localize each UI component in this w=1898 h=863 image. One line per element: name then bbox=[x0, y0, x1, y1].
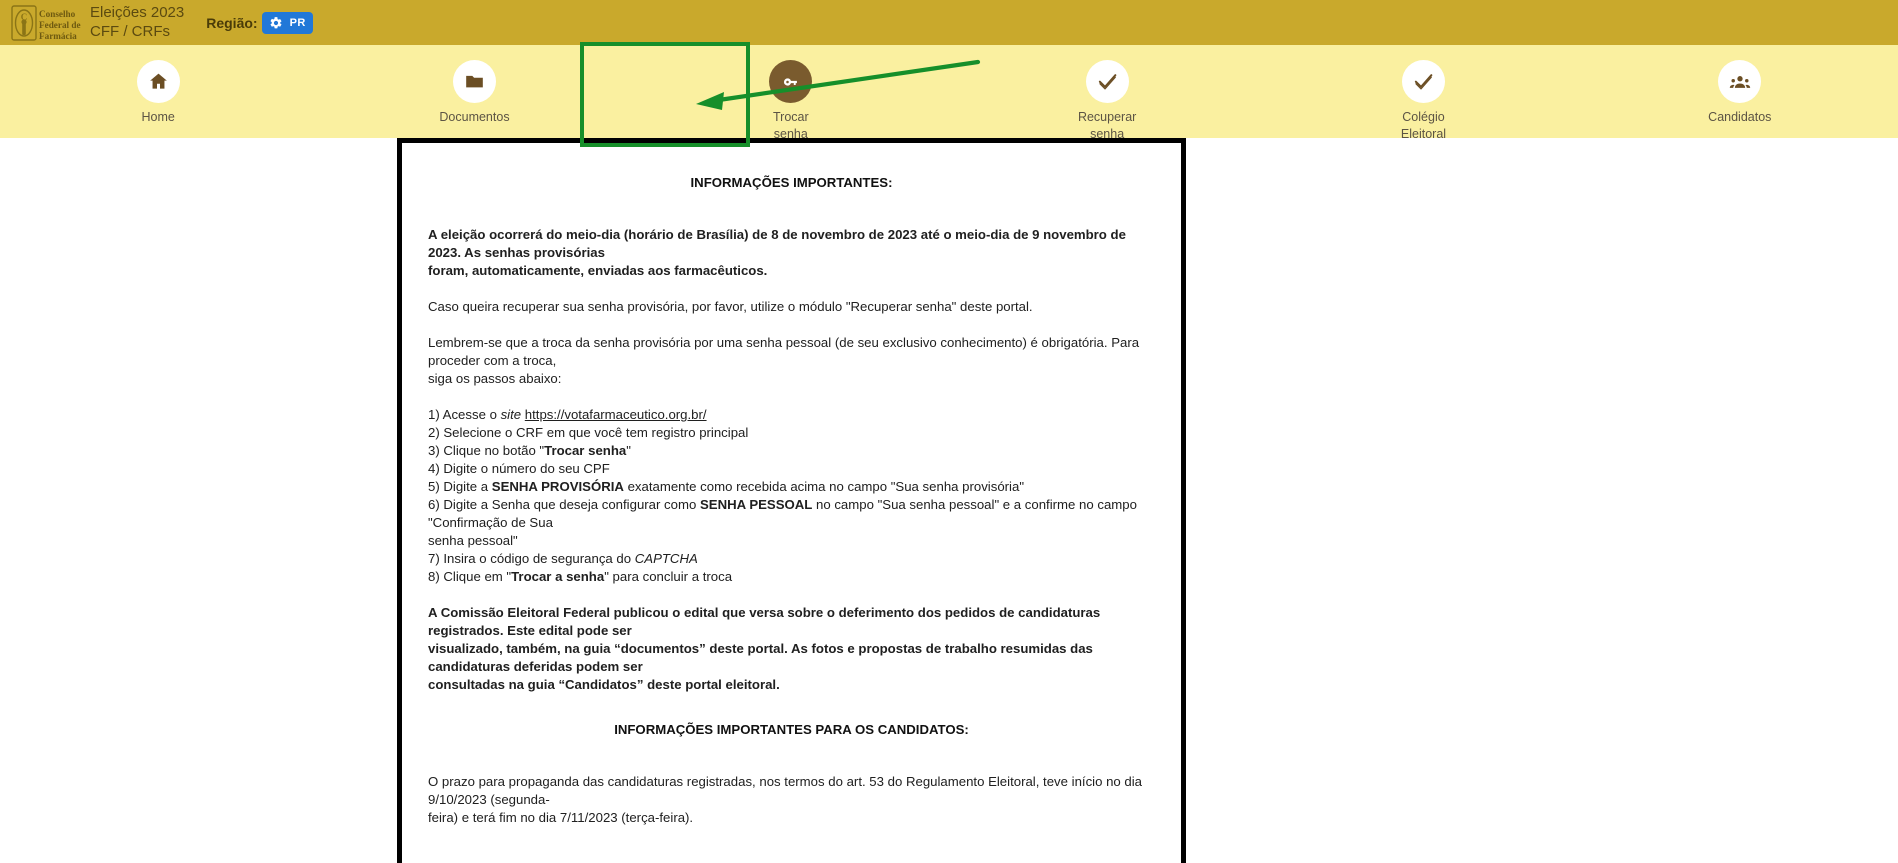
paragraph-election-line2: foram, automaticamente, enviadas aos far… bbox=[428, 263, 768, 278]
region-selector[interactable]: Região: PR bbox=[206, 11, 313, 34]
nav-item-documentos[interactable]: Documentos bbox=[316, 45, 632, 126]
paragraph-remember-line2: siga os passos abaixo: bbox=[428, 371, 562, 386]
step-3: 3) Clique no botão "Trocar senha" bbox=[428, 442, 1155, 460]
region-label: Região: bbox=[206, 14, 258, 31]
gear-icon bbox=[270, 16, 282, 28]
people-icon bbox=[1729, 75, 1750, 88]
app-title-line2: CFF / CRFs bbox=[90, 22, 170, 40]
nav-label-colegio-eleitoral: Colégio Eleitoral bbox=[1400, 110, 1447, 141]
step-5-emphasis: SENHA PROVISÓRIA bbox=[491, 479, 624, 494]
nav-item-trocar-senha[interactable]: Trocar senha bbox=[633, 45, 949, 143]
step-1-prefix: 1) Acesse o bbox=[428, 407, 501, 422]
nav-item-candidatos[interactable]: Candidatos bbox=[1582, 45, 1898, 126]
step-5-prefix: 5) Digite a bbox=[428, 479, 492, 494]
main-navigation: Home Documentos Trocar senha Recuperar s… bbox=[0, 45, 1898, 141]
step-6-emphasis: SENHA PESSOAL bbox=[699, 497, 813, 512]
step-1: 1) Acesse o site https://votafarmaceutic… bbox=[428, 406, 1155, 424]
region-uf-code: PR bbox=[289, 16, 306, 29]
step-6-prefix: 6) Digite a Senha que deseja configurar … bbox=[428, 497, 700, 512]
svg-text:Federal de: Federal de bbox=[39, 20, 81, 30]
step-2: 2) Selecione o CRF em que você tem regis… bbox=[428, 425, 749, 440]
paragraph-prazo-line1: O prazo para propaganda das candidaturas… bbox=[428, 774, 1143, 807]
step-6: 6) Digite a Senha que deseja configurar … bbox=[428, 496, 1155, 532]
paragraph-edital-line3: consultadas na guia “Candidatos” deste p… bbox=[428, 677, 780, 692]
step-3-button-name: Trocar senha bbox=[544, 443, 627, 458]
step-1-url-link[interactable]: https://votafarmaceutico.org.br/ bbox=[525, 407, 707, 422]
nav-label-documentos: Documentos bbox=[439, 110, 510, 124]
content-document-panel: INFORMAÇÕES IMPORTANTES: A eleição ocorr… bbox=[397, 138, 1186, 863]
home-icon bbox=[149, 73, 167, 89]
document-title: INFORMAÇÕES IMPORTANTES: bbox=[690, 175, 893, 190]
steps-list: 1) Acesse o site https://votafarmaceutic… bbox=[428, 406, 1155, 586]
nav-label-home: Home bbox=[141, 110, 175, 124]
paragraph-election-line1: A eleição ocorrerá do meio-dia (horário … bbox=[428, 227, 1126, 260]
step-8-suffix: " para concluir a troca bbox=[604, 569, 733, 584]
step-4: 4) Digite o número do seu CPF bbox=[428, 461, 610, 476]
paragraph-recover-password: Caso queira recuperar sua senha provisór… bbox=[428, 299, 1033, 314]
step-5: 5) Digite a SENHA PROVISÓRIA exatamente … bbox=[428, 478, 1155, 496]
step-5-suffix: exatamente como recebida acima no campo … bbox=[623, 479, 1024, 494]
nav-item-recuperar-senha[interactable]: Recuperar senha bbox=[949, 45, 1265, 143]
paragraph-edital-line1: A Comissão Eleitoral Federal publicou o … bbox=[428, 605, 1101, 638]
step-7: 7) Insira o código de segurança do CAPTC… bbox=[428, 550, 1155, 568]
folder-icon bbox=[466, 75, 483, 88]
step-8-button-name: Trocar a senha bbox=[511, 569, 605, 584]
nav-icon-wrap-documentos bbox=[452, 60, 496, 103]
step-3-prefix: 3) Clique no botão " bbox=[428, 443, 545, 458]
document-subtitle-candidatos: INFORMAÇÕES IMPORTANTES PARA OS CANDIDAT… bbox=[614, 722, 969, 737]
nav-icon-wrap-home bbox=[136, 60, 180, 103]
check-icon bbox=[1098, 74, 1117, 90]
region-badge[interactable]: PR bbox=[261, 11, 313, 34]
app-header: C Conselho Federal de Farmácia Eleições … bbox=[0, 0, 1898, 45]
svg-text:Farmácia: Farmácia bbox=[39, 31, 77, 41]
step-7-prefix: 7) Insira o código de segurança do bbox=[428, 551, 635, 566]
nav-icon-wrap-colegio-eleitoral bbox=[1401, 60, 1445, 103]
step-6-line2: senha pessoal" bbox=[428, 533, 518, 548]
nav-label-candidatos: Candidatos bbox=[1708, 110, 1772, 124]
nav-icon-wrap-trocar-senha bbox=[769, 60, 813, 103]
nav-item-home[interactable]: Home bbox=[0, 45, 316, 126]
paragraph-remember-line1: Lembrem-se que a troca da senha provisór… bbox=[428, 335, 1140, 368]
nav-icon-wrap-recuperar-senha bbox=[1085, 60, 1129, 103]
step-7-captcha-word: CAPTCHA bbox=[634, 551, 698, 566]
key-icon bbox=[783, 77, 797, 86]
step-1-site-word: site bbox=[500, 407, 522, 422]
document-body: INFORMAÇÕES IMPORTANTES: A eleição ocorr… bbox=[402, 143, 1181, 827]
check-icon bbox=[1414, 74, 1433, 90]
nav-icon-wrap-candidatos bbox=[1718, 60, 1762, 103]
paragraph-prazo-line2: feira) e terá fim no dia 7/11/2023 (terç… bbox=[428, 810, 694, 825]
app-title-block: Eleições 2023 CFF / CRFs bbox=[90, 4, 184, 42]
svg-text:Conselho: Conselho bbox=[39, 9, 76, 19]
nav-item-colegio-eleitoral[interactable]: Colégio Eleitoral bbox=[1265, 45, 1581, 143]
step-3-suffix: " bbox=[626, 443, 631, 458]
cff-logo: C Conselho Federal de Farmácia bbox=[10, 3, 84, 43]
step-8-prefix: 8) Clique em " bbox=[428, 569, 512, 584]
app-title-line1: Eleições 2023 bbox=[90, 3, 185, 21]
step-8: 8) Clique em "Trocar a senha" para concl… bbox=[428, 568, 1155, 586]
paragraph-edital-line2: visualizado, também, na guia “documentos… bbox=[428, 641, 1093, 674]
